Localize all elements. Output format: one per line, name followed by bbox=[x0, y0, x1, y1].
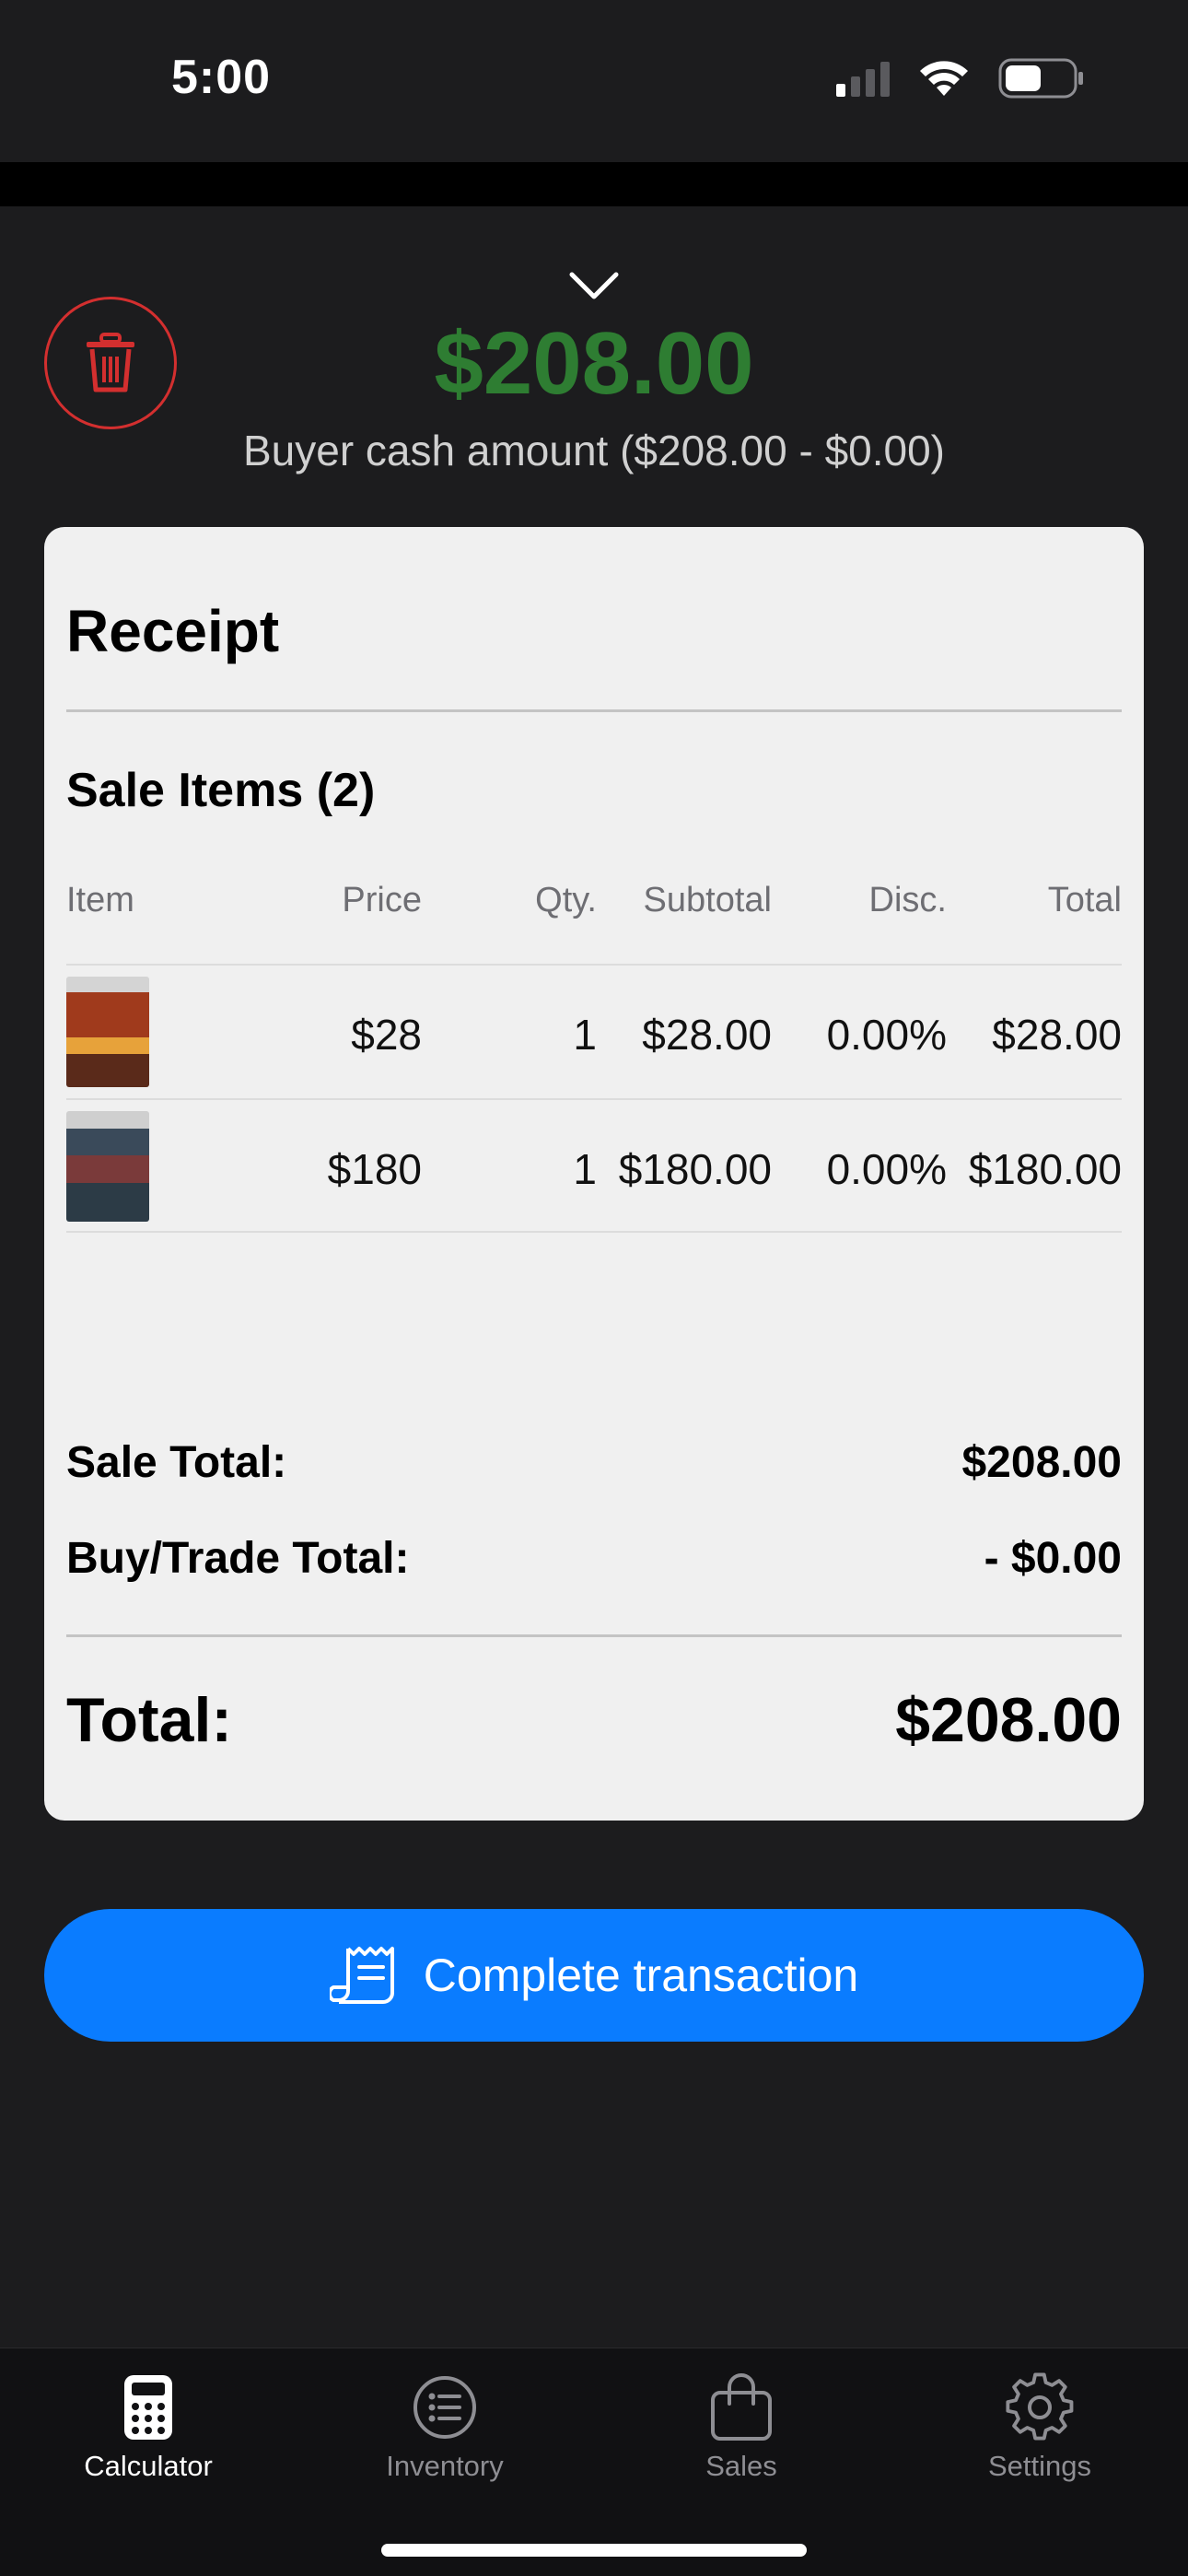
status-icons bbox=[836, 57, 1085, 100]
divider bbox=[66, 709, 1122, 712]
column-header-subtotal: Subtotal bbox=[643, 881, 772, 919]
collapse-chevron-icon[interactable] bbox=[566, 269, 622, 302]
table-row[interactable]: $180 1 $180.00 0.00% $180.00 bbox=[66, 1100, 1122, 1233]
tab-inventory[interactable]: Inventory bbox=[330, 2371, 560, 2500]
gear-icon bbox=[1003, 2371, 1077, 2444]
list-icon bbox=[408, 2371, 482, 2444]
receipt-icon bbox=[329, 1947, 394, 2004]
row-total: $180.00 bbox=[968, 1145, 1122, 1193]
tab-sales[interactable]: Sales bbox=[626, 2371, 856, 2500]
grand-total-label: Total: bbox=[66, 1685, 233, 1755]
column-header-total: Total bbox=[1047, 881, 1122, 919]
receipt-card: Receipt Sale Items (2) Item Price Qty. S… bbox=[44, 527, 1144, 1821]
trade-total-value: - $0.00 bbox=[984, 1534, 1122, 1583]
column-header-item: Item bbox=[66, 881, 134, 919]
tab-sales-label: Sales bbox=[705, 2450, 777, 2482]
status-bar: 5:00 bbox=[0, 0, 1188, 162]
row-discount: 0.00% bbox=[826, 1011, 947, 1059]
home-indicator bbox=[381, 2544, 807, 2557]
row-price: $28 bbox=[351, 1011, 422, 1059]
row-subtotal: $28.00 bbox=[642, 1011, 772, 1059]
cellular-signal-icon bbox=[836, 60, 890, 97]
row-total: $28.00 bbox=[992, 1011, 1122, 1059]
column-header-qty: Qty. bbox=[535, 881, 597, 919]
sale-total-value: $208.00 bbox=[961, 1438, 1122, 1487]
calculator-icon bbox=[111, 2371, 185, 2444]
receipt-title: Receipt bbox=[66, 598, 280, 664]
divider bbox=[66, 1634, 1122, 1637]
row-discount: 0.00% bbox=[826, 1145, 947, 1193]
sale-items-title: Sale Items (2) bbox=[66, 764, 376, 817]
table-header: Item Price Qty. Subtotal Disc. Total bbox=[66, 881, 1122, 931]
buyer-cash-amount: $208.00 bbox=[434, 314, 754, 413]
buyer-cash-subtitle: Buyer cash amount ($208.00 - $0.00) bbox=[242, 427, 945, 474]
grand-total-value: $208.00 bbox=[895, 1685, 1122, 1755]
tab-calculator-label: Calculator bbox=[84, 2450, 213, 2482]
complete-transaction-label: Complete transaction bbox=[423, 1950, 859, 2001]
wifi-icon bbox=[917, 59, 971, 98]
tab-settings-label: Settings bbox=[987, 2450, 1091, 2482]
card-thumbnail bbox=[66, 1111, 149, 1222]
column-header-price: Price bbox=[342, 881, 422, 919]
row-subtotal: $180.00 bbox=[618, 1145, 772, 1193]
row-qty: 1 bbox=[573, 1145, 597, 1193]
complete-transaction-button[interactable]: Complete transaction bbox=[44, 1909, 1144, 2042]
tab-inventory-label: Inventory bbox=[386, 2450, 504, 2482]
bag-icon bbox=[705, 2371, 778, 2444]
row-qty: 1 bbox=[573, 1011, 597, 1059]
tab-settings[interactable]: Settings bbox=[925, 2371, 1155, 2500]
tab-bar: Calculator Inventory Sales Settings bbox=[0, 2348, 1188, 2576]
column-header-discount: Disc. bbox=[868, 881, 947, 919]
status-time: 5:00 bbox=[171, 51, 272, 104]
card-thumbnail bbox=[66, 977, 149, 1087]
battery-icon bbox=[998, 57, 1085, 100]
row-price: $180 bbox=[327, 1145, 422, 1193]
row-divider bbox=[66, 1231, 1122, 1233]
tab-calculator[interactable]: Calculator bbox=[33, 2371, 263, 2500]
table-row[interactable]: $28 1 $28.00 0.00% $28.00 bbox=[66, 966, 1122, 1098]
sale-total-label: Sale Total: bbox=[66, 1438, 287, 1487]
trade-total-label: Buy/Trade Total: bbox=[66, 1534, 410, 1583]
header-separator bbox=[0, 162, 1188, 206]
